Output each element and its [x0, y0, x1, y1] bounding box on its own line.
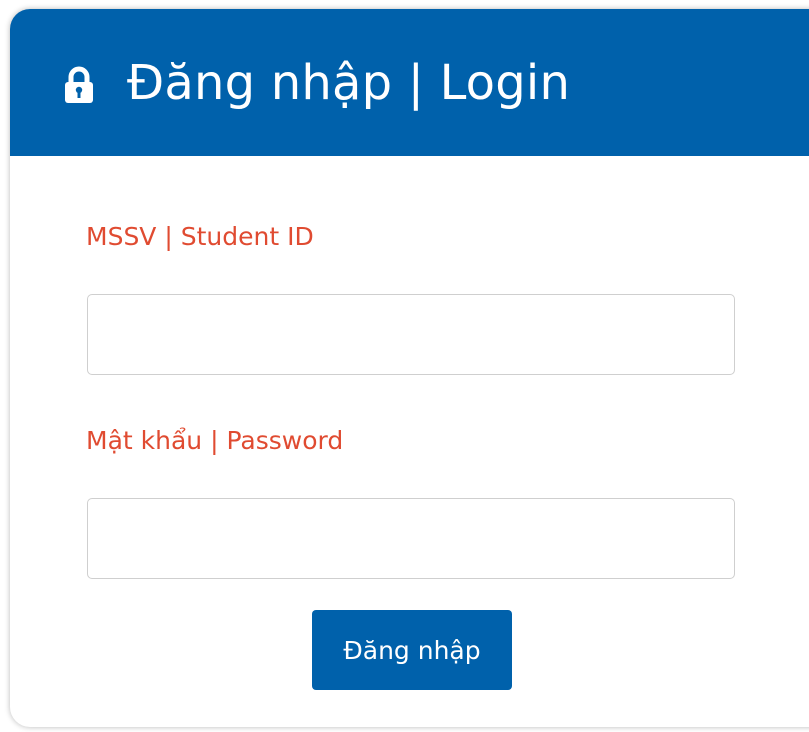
page-title: Đăng nhập | Login — [127, 55, 571, 111]
lock-icon — [64, 66, 94, 104]
student-id-label: MSSV | Student ID — [86, 222, 314, 251]
page: Đăng nhập | Login MSSV | Student ID Mật … — [0, 0, 809, 732]
login-button[interactable]: Đăng nhập — [312, 610, 512, 690]
student-id-input[interactable] — [87, 294, 735, 375]
login-header: Đăng nhập | Login — [10, 9, 809, 156]
password-input[interactable] — [87, 498, 735, 579]
login-card: Đăng nhập | Login MSSV | Student ID Mật … — [10, 9, 809, 727]
password-label: Mật khẩu | Password — [86, 426, 344, 455]
